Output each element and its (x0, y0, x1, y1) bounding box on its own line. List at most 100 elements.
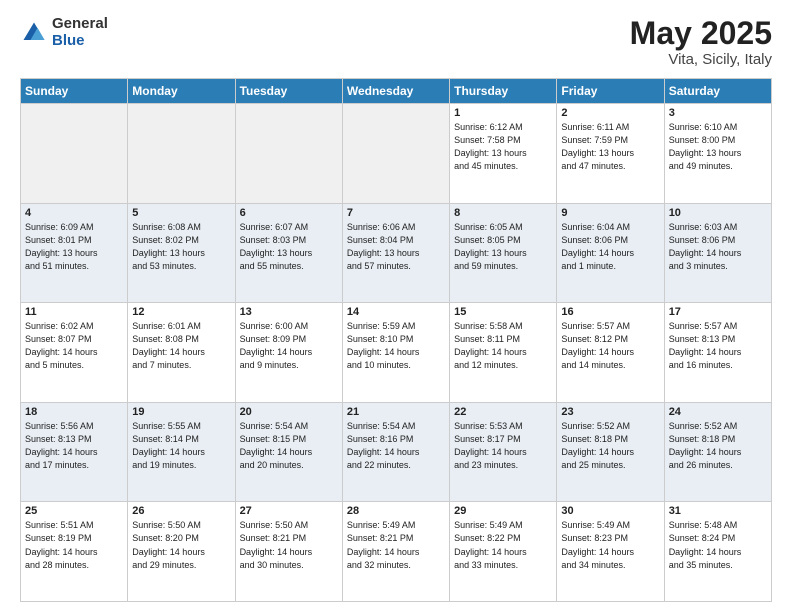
calendar-header-row: SundayMondayTuesdayWednesdayThursdayFrid… (21, 79, 772, 104)
day-number: 22 (454, 406, 552, 418)
day-info: Sunrise: 6:07 AM Sunset: 8:03 PM Dayligh… (240, 221, 338, 273)
calendar-cell-empty (128, 104, 235, 204)
day-number: 11 (25, 306, 123, 318)
calendar-cell: 30 Sunrise: 5:49 AM Sunset: 8:23 PM Dayli… (557, 502, 664, 602)
logo-general-label: General (52, 16, 108, 33)
day-number: 31 (669, 505, 767, 517)
calendar-cell: 15 Sunrise: 5:58 AM Sunset: 8:11 PM Dayli… (450, 303, 557, 403)
day-info: Sunrise: 6:09 AM Sunset: 8:01 PM Dayligh… (25, 221, 123, 273)
calendar-cell: 27Sunrise: 5:50 AM Sunset: 8:21 PM Dayli… (235, 502, 342, 602)
calendar-cell: 13 Sunrise: 6:00 AM Sunset: 8:09 PM Dayli… (235, 303, 342, 403)
day-number: 28 (347, 505, 445, 517)
calendar-week-row: 18 Sunrise: 5:56 AM Sunset: 8:13 PM Dayli… (21, 402, 772, 502)
calendar-cell: 3 Sunrise: 6:10 AM Sunset: 8:00 PM Daylig… (664, 104, 771, 204)
calendar-cell: 20 Sunrise: 5:54 AM Sunset: 8:15 PM Dayli… (235, 402, 342, 502)
day-number: 15 (454, 306, 552, 318)
day-number: 16 (561, 306, 659, 318)
calendar-week-row: 25Sunrise: 5:51 AM Sunset: 8:19 PM Dayli… (21, 502, 772, 602)
day-info: Sunrise: 6:02 AM Sunset: 8:07 PM Dayligh… (25, 320, 123, 372)
day-info: Sunrise: 5:49 AM Sunset: 8:23 PM Dayligh… (561, 519, 659, 571)
day-info: Sunrise: 5:49 AM Sunset: 8:22 PM Dayligh… (454, 519, 552, 571)
header: General Blue May 2025 Vita, Sicily, Ital… (20, 16, 772, 68)
calendar-cell: 6 Sunrise: 6:07 AM Sunset: 8:03 PM Daylig… (235, 203, 342, 303)
day-info: Sunrise: 5:54 AM Sunset: 8:16 PM Dayligh… (347, 420, 445, 472)
day-info: Sunrise: 6:12 AM Sunset: 7:58 PM Dayligh… (454, 121, 552, 173)
calendar-cell: 14 Sunrise: 5:59 AM Sunset: 8:10 PM Dayli… (342, 303, 449, 403)
logo-text: General Blue (52, 16, 108, 49)
day-number: 30 (561, 505, 659, 517)
calendar-cell: 5Sunrise: 6:08 AM Sunset: 8:02 PM Daylig… (128, 203, 235, 303)
calendar-cell: 4 Sunrise: 6:09 AM Sunset: 8:01 PM Daylig… (21, 203, 128, 303)
day-info: Sunrise: 5:52 AM Sunset: 8:18 PM Dayligh… (669, 420, 767, 472)
calendar-cell: 10Sunrise: 6:03 AM Sunset: 8:06 PM Dayli… (664, 203, 771, 303)
calendar-cell: 7Sunrise: 6:06 AM Sunset: 8:04 PM Daylig… (342, 203, 449, 303)
calendar-cell: 26Sunrise: 5:50 AM Sunset: 8:20 PM Dayli… (128, 502, 235, 602)
day-of-week-header: Sunday (21, 79, 128, 104)
day-number: 3 (669, 107, 767, 119)
logo: General Blue (20, 16, 108, 49)
title-month: May 2025 (630, 16, 772, 51)
day-number: 12 (132, 306, 230, 318)
day-number: 21 (347, 406, 445, 418)
calendar-cell-empty (21, 104, 128, 204)
day-info: Sunrise: 5:54 AM Sunset: 8:15 PM Dayligh… (240, 420, 338, 472)
day-number: 10 (669, 207, 767, 219)
logo-icon (20, 19, 48, 47)
day-info: Sunrise: 5:55 AM Sunset: 8:14 PM Dayligh… (132, 420, 230, 472)
day-info: Sunrise: 5:48 AM Sunset: 8:24 PM Dayligh… (669, 519, 767, 571)
calendar-cell: 24 Sunrise: 5:52 AM Sunset: 8:18 PM Dayli… (664, 402, 771, 502)
calendar-cell: 28 Sunrise: 5:49 AM Sunset: 8:21 PM Dayli… (342, 502, 449, 602)
day-number: 2 (561, 107, 659, 119)
day-number: 29 (454, 505, 552, 517)
day-number: 8 (454, 207, 552, 219)
day-number: 24 (669, 406, 767, 418)
title-location: Vita, Sicily, Italy (630, 51, 772, 68)
day-info: Sunrise: 5:49 AM Sunset: 8:21 PM Dayligh… (347, 519, 445, 571)
day-info: Sunrise: 5:53 AM Sunset: 8:17 PM Dayligh… (454, 420, 552, 472)
calendar-cell-empty (235, 104, 342, 204)
day-info: Sunrise: 5:52 AM Sunset: 8:18 PM Dayligh… (561, 420, 659, 472)
calendar-cell: 19 Sunrise: 5:55 AM Sunset: 8:14 PM Dayli… (128, 402, 235, 502)
day-of-week-header: Monday (128, 79, 235, 104)
calendar-cell: 22 Sunrise: 5:53 AM Sunset: 8:17 PM Dayli… (450, 402, 557, 502)
calendar-cell: 21 Sunrise: 5:54 AM Sunset: 8:16 PM Dayli… (342, 402, 449, 502)
day-number: 18 (25, 406, 123, 418)
day-info: Sunrise: 5:57 AM Sunset: 8:13 PM Dayligh… (669, 320, 767, 372)
calendar-cell: 18 Sunrise: 5:56 AM Sunset: 8:13 PM Dayli… (21, 402, 128, 502)
calendar-cell: 1Sunrise: 6:12 AM Sunset: 7:58 PM Daylig… (450, 104, 557, 204)
day-info: Sunrise: 6:10 AM Sunset: 8:00 PM Dayligh… (669, 121, 767, 173)
day-number: 19 (132, 406, 230, 418)
day-number: 4 (25, 207, 123, 219)
day-number: 17 (669, 306, 767, 318)
calendar-cell: 9 Sunrise: 6:04 AM Sunset: 8:06 PM Daylig… (557, 203, 664, 303)
calendar-cell: 17 Sunrise: 5:57 AM Sunset: 8:13 PM Dayli… (664, 303, 771, 403)
day-info: Sunrise: 6:01 AM Sunset: 8:08 PM Dayligh… (132, 320, 230, 372)
day-of-week-header: Friday (557, 79, 664, 104)
calendar-cell: 16 Sunrise: 5:57 AM Sunset: 8:12 PM Dayli… (557, 303, 664, 403)
day-info: Sunrise: 6:04 AM Sunset: 8:06 PM Dayligh… (561, 221, 659, 273)
day-number: 23 (561, 406, 659, 418)
day-info: Sunrise: 5:58 AM Sunset: 8:11 PM Dayligh… (454, 320, 552, 372)
day-info: Sunrise: 6:11 AM Sunset: 7:59 PM Dayligh… (561, 121, 659, 173)
calendar-cell: 2 Sunrise: 6:11 AM Sunset: 7:59 PM Daylig… (557, 104, 664, 204)
day-info: Sunrise: 5:59 AM Sunset: 8:10 PM Dayligh… (347, 320, 445, 372)
day-number: 6 (240, 207, 338, 219)
day-of-week-header: Wednesday (342, 79, 449, 104)
day-info: Sunrise: 6:05 AM Sunset: 8:05 PM Dayligh… (454, 221, 552, 273)
day-number: 14 (347, 306, 445, 318)
calendar-cell: 8 Sunrise: 6:05 AM Sunset: 8:05 PM Daylig… (450, 203, 557, 303)
day-info: Sunrise: 6:08 AM Sunset: 8:02 PM Dayligh… (132, 221, 230, 273)
day-info: Sunrise: 6:06 AM Sunset: 8:04 PM Dayligh… (347, 221, 445, 273)
day-number: 13 (240, 306, 338, 318)
day-of-week-header: Saturday (664, 79, 771, 104)
calendar-cell: 23 Sunrise: 5:52 AM Sunset: 8:18 PM Dayli… (557, 402, 664, 502)
day-info: Sunrise: 5:57 AM Sunset: 8:12 PM Dayligh… (561, 320, 659, 372)
day-number: 20 (240, 406, 338, 418)
day-number: 9 (561, 207, 659, 219)
day-number: 25 (25, 505, 123, 517)
page: General Blue May 2025 Vita, Sicily, Ital… (0, 0, 792, 612)
day-info: Sunrise: 6:00 AM Sunset: 8:09 PM Dayligh… (240, 320, 338, 372)
day-info: Sunrise: 5:56 AM Sunset: 8:13 PM Dayligh… (25, 420, 123, 472)
calendar-cell-empty (342, 104, 449, 204)
calendar-week-row: 11 Sunrise: 6:02 AM Sunset: 8:07 PM Dayli… (21, 303, 772, 403)
